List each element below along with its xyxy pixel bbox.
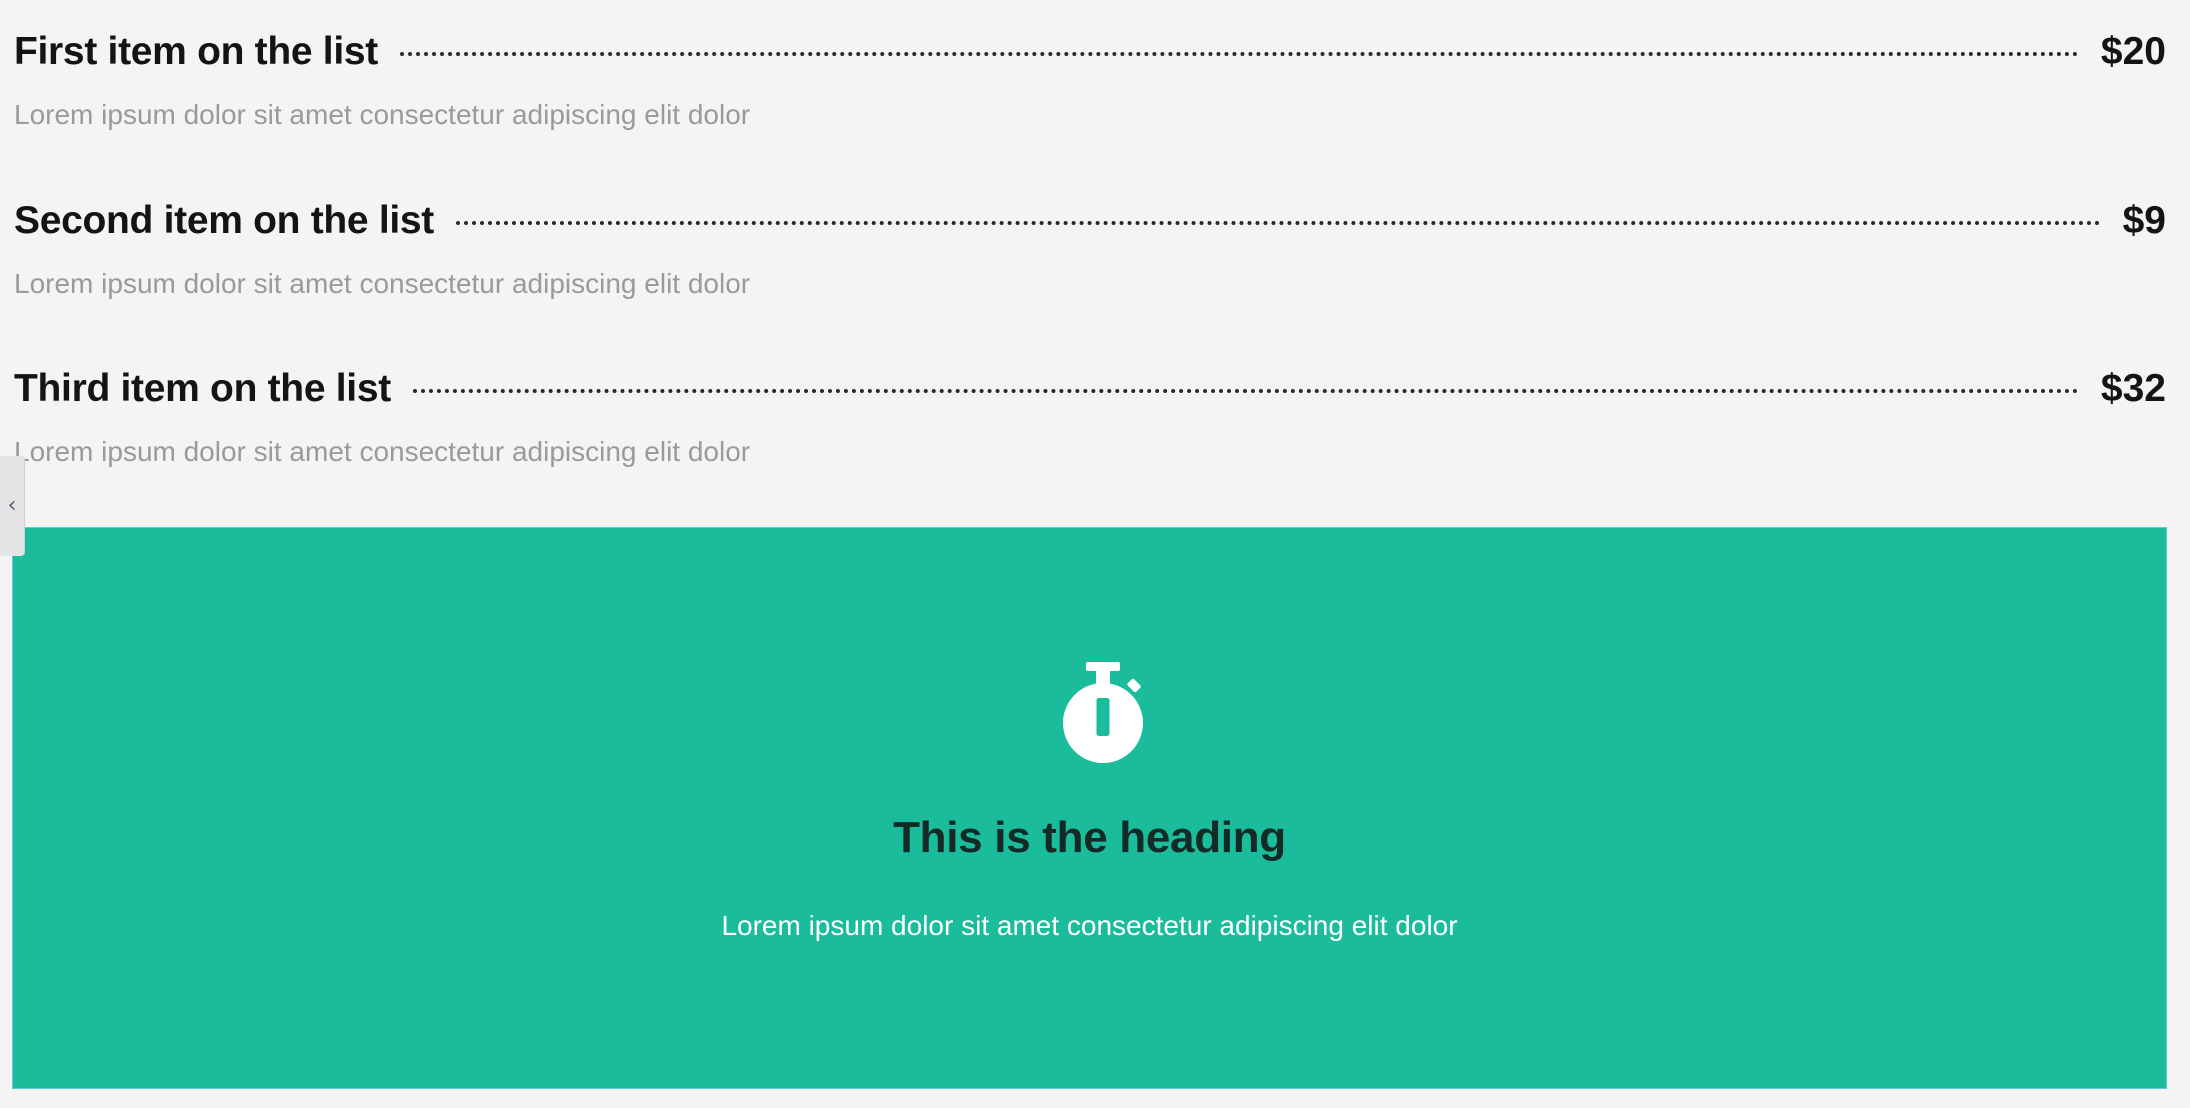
sidebar-toggle-button[interactable]: ‹ xyxy=(0,456,25,556)
price-list-item: Second item on the list $9 Lorem ipsum d… xyxy=(14,194,2166,324)
feature-text: Lorem ipsum dolor sit amet consectetur a… xyxy=(721,910,1458,941)
dotted-separator xyxy=(456,221,2101,225)
price-item-description: Lorem ipsum dolor sit amet consectetur a… xyxy=(14,99,751,130)
price-list-item: Third item on the list $32 Lorem ipsum d… xyxy=(14,362,2166,492)
chevron-left-icon: ‹ xyxy=(7,493,17,518)
feature-heading: This is the heading xyxy=(893,813,1286,862)
price-item-header: Third item on the list $32 xyxy=(14,362,2166,416)
dotted-separator xyxy=(412,389,2079,393)
price-item-title: First item on the list xyxy=(14,30,378,73)
stopwatch-icon xyxy=(1063,662,1143,763)
price-item-description: Lorem ipsum dolor sit amet consectetur a… xyxy=(14,436,751,467)
price-item-header: First item on the list $20 xyxy=(14,25,2166,79)
price-item-price: $32 xyxy=(2100,367,2166,410)
feature-box: This is the heading Lorem ipsum dolor si… xyxy=(12,527,2167,1089)
price-list-item: First item on the list $20 Lorem ipsum d… xyxy=(14,25,2166,155)
price-item-description: Lorem ipsum dolor sit amet consectetur a… xyxy=(14,268,751,299)
price-item-title: Third item on the list xyxy=(14,367,391,410)
price-item-header: Second item on the list $9 xyxy=(14,194,2166,248)
page: First item on the list $20 Lorem ipsum d… xyxy=(0,0,2190,1108)
dotted-separator xyxy=(399,52,2079,56)
price-item-price: $9 xyxy=(2122,199,2166,242)
price-item-price: $20 xyxy=(2100,30,2166,73)
price-item-title: Second item on the list xyxy=(14,199,434,242)
